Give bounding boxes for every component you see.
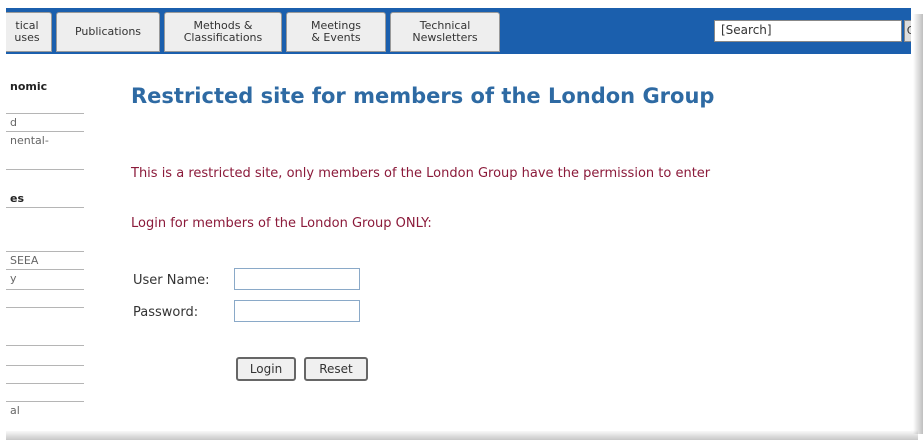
sidebar-heading-economic: nomic <box>6 76 84 114</box>
page: tical uses Publications Methods & Classi… <box>6 8 911 431</box>
nav-tab-methods-classifications[interactable]: Methods & Classifications <box>164 12 282 52</box>
sidebar-item[interactable] <box>6 208 84 252</box>
nav-tab-label: Technical Newsletters <box>412 19 478 44</box>
nav-tab-label: Meetings & Events <box>310 19 362 44</box>
sidebar-item[interactable] <box>6 366 84 384</box>
navbar: tical uses Publications Methods & Classi… <box>6 8 911 54</box>
sidebar-item[interactable] <box>6 384 84 402</box>
login-prompt: Login for members of the London Group ON… <box>131 216 432 231</box>
search-go-button[interactable]: G <box>904 20 911 42</box>
reset-button[interactable]: Reset <box>304 357 368 381</box>
sidebar-item[interactable] <box>6 346 84 366</box>
sidebar-item[interactable]: y <box>6 270 84 290</box>
password-label: Password: <box>133 305 199 320</box>
nav-tab-meetings-events[interactable]: Meetings & Events <box>286 12 386 52</box>
restricted-message: This is a restricted site, only members … <box>131 166 711 181</box>
sidebar-item[interactable] <box>6 290 84 308</box>
sidebar-heading-es: es <box>6 170 84 208</box>
nav-tab-technical-newsletters[interactable]: Technical Newsletters <box>390 12 500 52</box>
username-label: User Name: <box>133 273 210 288</box>
password-field[interactable] <box>234 300 360 322</box>
sidebar-item-seea[interactable]: SEEA <box>6 252 84 270</box>
page-title: Restricted site for members of the Londo… <box>131 84 715 108</box>
nav-tab-label: Publications <box>74 25 142 38</box>
nav-tab-publications[interactable]: Publications <box>56 12 160 52</box>
left-sidebar: nomic d nental- es SEEA y al <box>6 54 88 431</box>
paper-shadow-bottom <box>6 430 918 440</box>
sidebar-item[interactable]: d <box>6 114 84 132</box>
sidebar-item[interactable]: nental- <box>6 132 84 170</box>
torn-paper-frame: tical uses Publications Methods & Classi… <box>0 0 923 440</box>
username-field[interactable] <box>234 268 360 290</box>
nav-tab-label: tical uses <box>14 19 40 44</box>
search-input[interactable]: [Search] <box>714 20 902 42</box>
nav-tab-statistical-databases[interactable]: tical uses <box>6 12 52 52</box>
sidebar-item[interactable] <box>6 308 84 346</box>
sidebar-item[interactable]: al <box>6 402 84 420</box>
nav-tab-label: Methods & Classifications <box>183 19 263 44</box>
paper-shadow-right <box>913 14 923 434</box>
login-button[interactable]: Login <box>236 357 296 381</box>
